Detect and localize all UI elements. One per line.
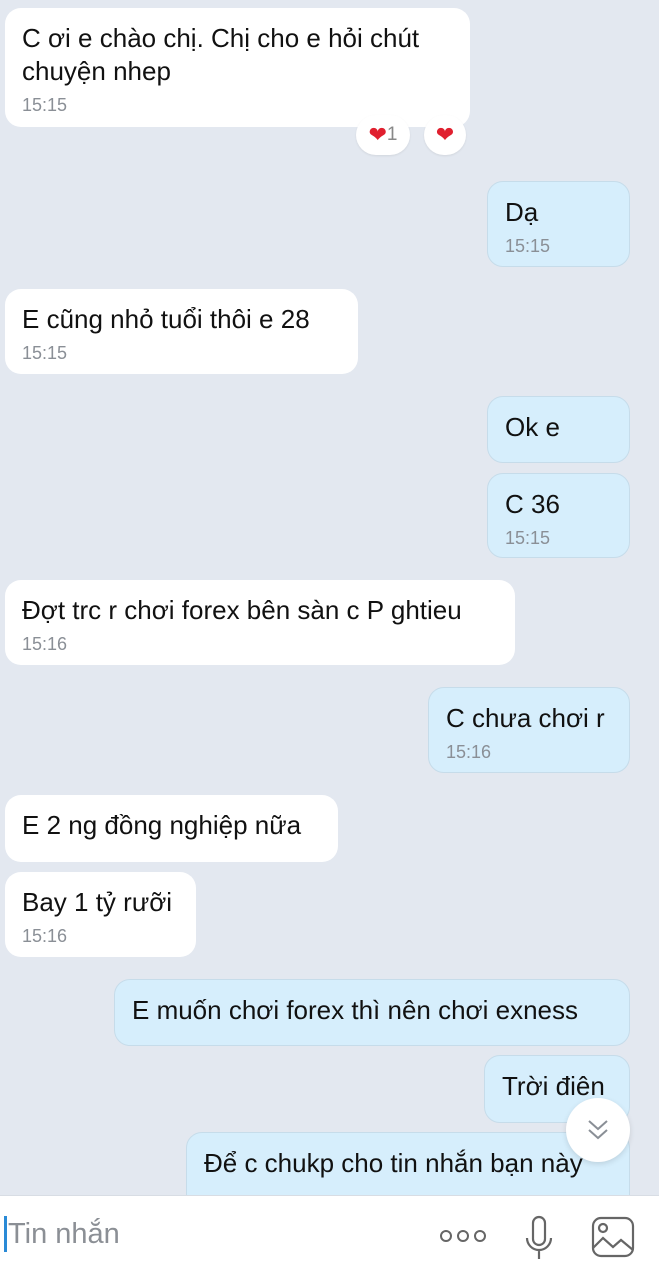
message-text: Bay 1 tỷ rưỡi [22,887,173,917]
message-bubble-received[interactable]: Đợt trc r chơi forex bên sàn c P ghtieu … [5,580,515,665]
composer-bar: Tin nhắn [0,1195,659,1281]
message-time: 15:15 [505,528,551,548]
reaction-summary[interactable]: ❤ 1 [356,115,410,155]
message-input[interactable]: Tin nhắn [4,1216,120,1252]
message-bubble-sent[interactable]: C 36 15:15 [487,473,630,558]
message-bubble-sent[interactable]: C chưa chơi r 15:16 [428,687,630,773]
message-text: C ơi e chào chị. Chị cho e hỏi chút [22,23,420,53]
microphone-icon[interactable] [522,1214,556,1262]
message-bubble-sent[interactable]: E muốn chơi forex thì nên chơi exness [114,979,630,1046]
message-time: 15:15 [22,343,68,363]
double-chevron-down-icon [588,1120,608,1140]
heart-icon: ❤ [368,122,387,147]
message-time: 15:16 [22,926,68,946]
scroll-to-bottom-button[interactable] [566,1098,630,1162]
message-text: C chưa chơi r [446,703,605,733]
message-time: 15:16 [446,742,492,762]
message-time: 15:15 [22,95,68,115]
message-text: E muốn chơi forex thì nên chơi exness [132,995,578,1025]
react-button[interactable]: ❤ [424,115,466,155]
reaction-count: 1 [386,124,398,145]
message-bubble-sent[interactable]: Dạ 15:15 [487,181,630,267]
message-bubble-received[interactable]: E cũng nhỏ tuổi thôi e 28 15:15 [5,289,358,374]
more-icon[interactable] [438,1226,488,1246]
message-bubble-received[interactable]: C ơi e chào chị. Chị cho e hỏi chút chuy… [5,8,470,127]
message-text: Để c chukp cho tin nhắn bạn này [204,1148,583,1178]
message-text: chuyện nhep [22,56,171,86]
message-time: 15:15 [505,236,551,256]
heart-icon: ❤ [435,122,455,147]
message-bubble-sent[interactable]: Ok e [487,396,630,463]
message-time: 15:16 [22,634,68,654]
image-icon[interactable] [591,1216,635,1258]
message-text: C 36 [505,489,560,519]
message-text: Dạ [505,197,539,227]
message-bubble-received[interactable]: E 2 ng đồng nghiệp nữa [5,795,338,862]
message-text: Đợt trc r chơi forex bên sàn c P ghtieu [22,595,462,625]
message-text: E cũng nhỏ tuổi thôi e 28 [22,304,310,334]
message-bubble-received[interactable]: Bay 1 tỷ rưỡi 15:16 [5,872,196,957]
message-text: E 2 ng đồng nghiệp nữa [22,810,302,840]
message-text: Ok e [505,412,560,442]
